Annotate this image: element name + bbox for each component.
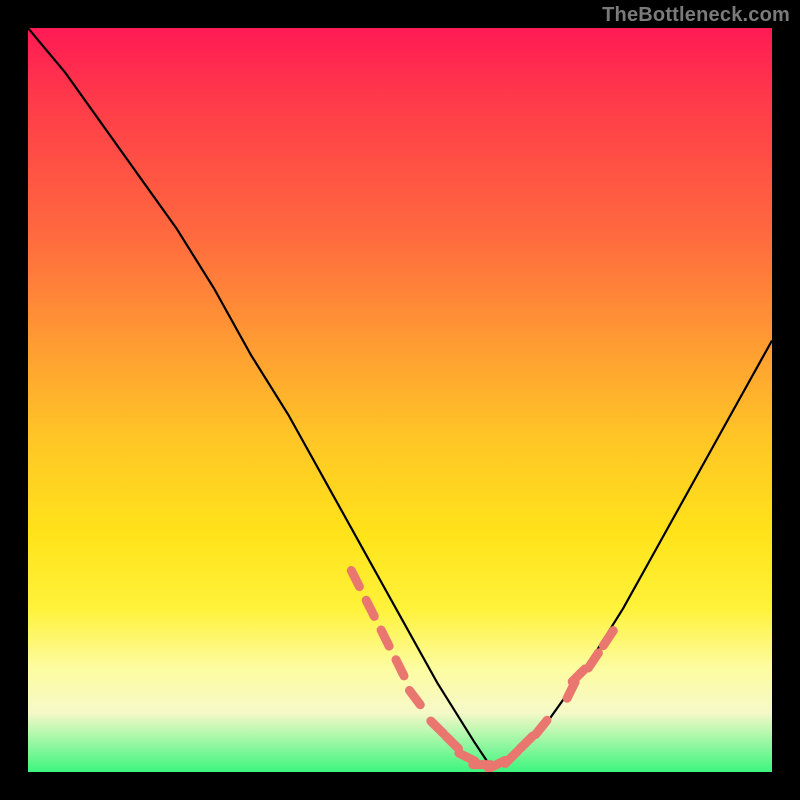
chart-frame: TheBottleneck.com <box>0 0 800 800</box>
plot-area <box>28 28 772 772</box>
marker-dash <box>396 660 404 676</box>
marker-dash <box>520 736 533 749</box>
marker-dash <box>603 631 613 646</box>
curve-svg <box>28 28 772 772</box>
marker-dash <box>446 736 459 749</box>
marker-dash <box>459 753 475 761</box>
marker-dash <box>410 690 421 704</box>
marker-dash <box>431 721 444 734</box>
marker-dash <box>505 751 518 764</box>
marker-dash <box>366 600 374 616</box>
watermark-text: TheBottleneck.com <box>602 4 790 27</box>
marker-dash <box>381 630 389 646</box>
marker-dash <box>588 653 598 668</box>
marker-dash <box>572 669 585 682</box>
marker-dash <box>351 571 359 587</box>
marker-dash <box>536 720 547 734</box>
bottleneck-curve <box>28 28 772 765</box>
